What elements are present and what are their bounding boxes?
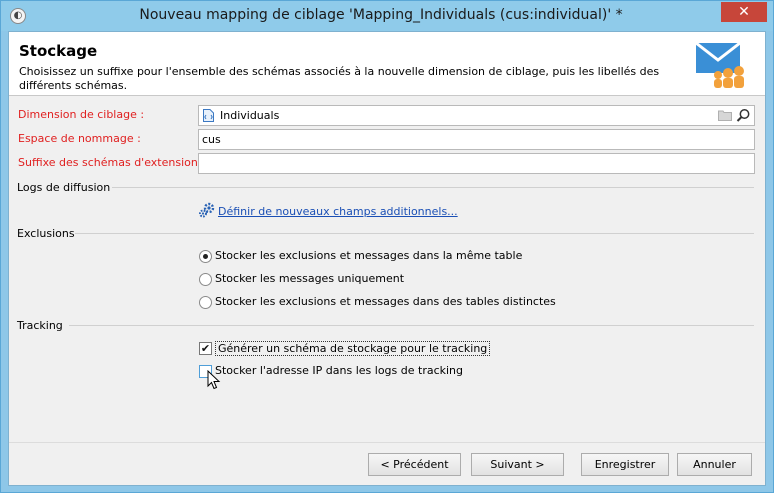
checkbox[interactable]: ✔ [199, 342, 212, 355]
namespace-field[interactable] [198, 129, 755, 150]
radio-label: Stocker les messages uniquement [215, 272, 405, 285]
suffix-label: Suffixe des schémas d'extension : [18, 156, 206, 169]
define-fields-link[interactable]: Définir de nouveaux champs additionnels.… [218, 205, 458, 218]
section-divider [69, 325, 754, 326]
radio-button[interactable] [199, 250, 212, 263]
checkbox-label: Générer un schéma de stockage pour le tr… [215, 341, 491, 356]
radio-label: Stocker les exclusions et messages dans … [215, 249, 523, 262]
previous-button[interactable]: < Précédent [368, 453, 461, 476]
title-bar[interactable]: ◐ Nouveau mapping de ciblage 'Mapping_In… [1, 1, 773, 31]
namespace-label: Espace de nommage : [18, 132, 141, 145]
page-description: Choisissez un suffixe pour l'ensemble de… [19, 65, 660, 92]
cancel-button[interactable]: Annuler [677, 453, 752, 476]
dialog-window: ◐ Nouveau mapping de ciblage 'Mapping_In… [0, 0, 774, 493]
wizard-client-area: Stockage Choisissez un suffixe pour l'en… [8, 31, 766, 486]
namespace-input[interactable] [202, 130, 754, 149]
dimension-label: Dimension de ciblage : [18, 108, 145, 121]
schema-icon [203, 109, 214, 122]
suffix-input[interactable] [202, 154, 754, 173]
radio-button[interactable] [199, 273, 212, 286]
section-divider [112, 187, 754, 188]
wizard-header: Stockage Choisissez un suffixe pour l'en… [9, 32, 765, 96]
close-button[interactable]: ✕ [721, 2, 767, 22]
section-exclusions: Exclusions [17, 227, 75, 240]
page-title: Stockage [19, 42, 98, 60]
mouse-cursor-icon [207, 370, 221, 390]
suffix-field[interactable] [198, 153, 755, 174]
app-icon[interactable]: ◐ [10, 8, 26, 24]
radio-button[interactable] [199, 296, 212, 309]
section-logs: Logs de diffusion [17, 181, 111, 194]
radio-label: Stocker les exclusions et messages dans … [215, 295, 556, 308]
footer-divider [9, 442, 765, 443]
section-tracking: Tracking [17, 319, 63, 332]
dimension-field[interactable]: Individuals [198, 105, 755, 126]
folder-icon[interactable] [718, 109, 732, 121]
gears-icon [199, 202, 215, 218]
dimension-value: Individuals [220, 109, 280, 122]
window-title: Nouveau mapping de ciblage 'Mapping_Indi… [139, 7, 623, 23]
checkbox-label: Stocker l'adresse IP dans les logs de tr… [215, 364, 464, 377]
section-divider [75, 233, 754, 234]
targeting-mapping-icon [695, 42, 744, 88]
search-icon[interactable] [736, 108, 751, 123]
save-button[interactable]: Enregistrer [581, 453, 669, 476]
next-button[interactable]: Suivant > [471, 453, 564, 476]
